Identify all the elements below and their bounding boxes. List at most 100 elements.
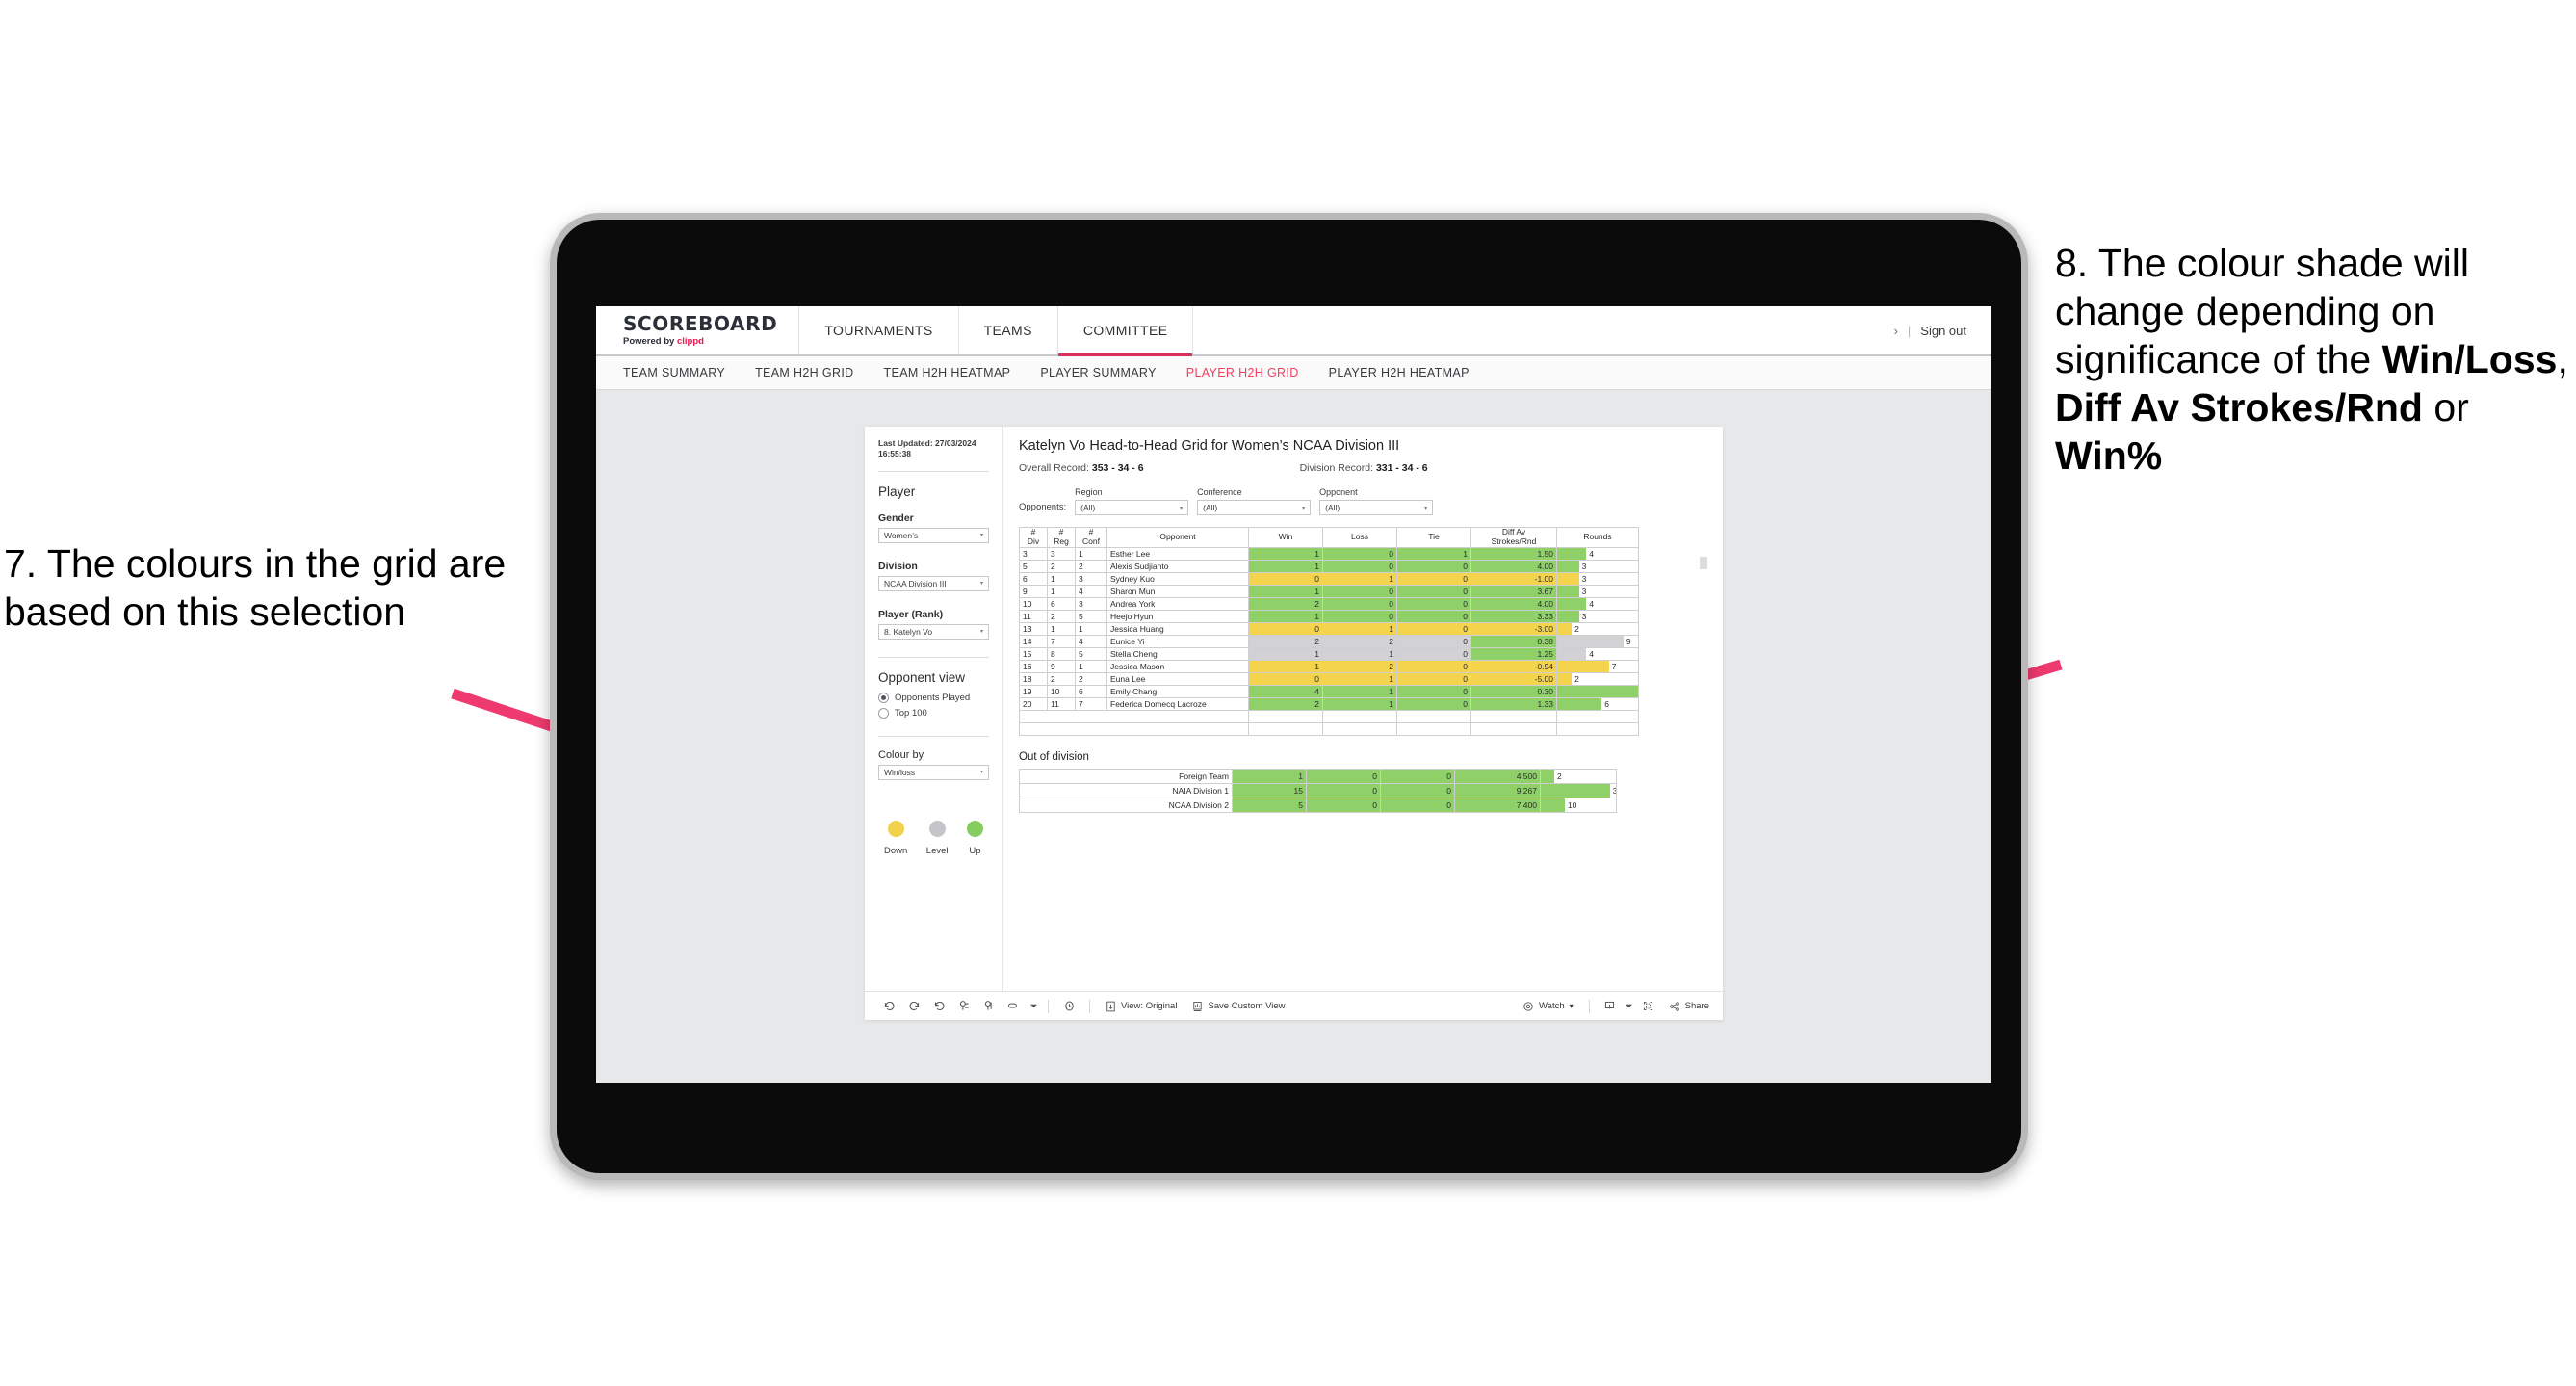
table-cell-loss: 2 — [1322, 634, 1397, 648]
table-cell-win: 1 — [1248, 546, 1323, 561]
subnav-player-h2h-grid[interactable]: PLAYER H2H GRID — [1186, 366, 1299, 379]
table-cell-reg: 8 — [1047, 646, 1076, 661]
table-cell-reg: 9 — [1047, 659, 1076, 673]
table-header-cell[interactable]: Diff Av Strokes/Rnd — [1470, 527, 1557, 548]
table-row[interactable]: 13 1 1 Jessica Huang 0 1 0 -3.00 2 — [1019, 621, 1639, 636]
table-cell-conf: 5 — [1075, 646, 1107, 661]
table-cell-loss: 1 — [1322, 621, 1397, 636]
h2h-grid-table: # Div # Reg # Conf Opponent Win Loss Tie Diff Av St… — [1019, 527, 1639, 736]
table-header-cell[interactable]: Opponent — [1106, 527, 1249, 548]
undo-icon[interactable] — [876, 994, 901, 1019]
table-header-cell[interactable]: Loss — [1322, 527, 1397, 548]
table-header-cell[interactable]: # Div — [1019, 527, 1048, 548]
table-cell-diff: 7.400 — [1454, 797, 1541, 813]
table-row[interactable]: 6 1 3 Sydney Kuo 0 1 0 -1.00 3 — [1019, 571, 1639, 586]
nav-item-committee[interactable]: COMMITTEE — [1057, 306, 1194, 356]
view-original-button[interactable]: View: Original — [1098, 1001, 1184, 1012]
radio-icon-selected — [878, 692, 889, 703]
table-row[interactable]: NCAA Division 2 5 0 0 7.400 10 — [1019, 797, 1617, 813]
subnav-player-h2h-heatmap[interactable]: PLAYER H2H HEATMAP — [1329, 366, 1470, 379]
table-row[interactable]: NAIA Division 115009.26730 — [1019, 782, 1617, 798]
table-cell-conf: 3 — [1075, 571, 1107, 586]
table-cell-conf: 1 — [1075, 621, 1107, 636]
table-cell-div: 14 — [1019, 634, 1048, 648]
pause-icon[interactable] — [976, 994, 1002, 1019]
table-cell-rounds: 6 — [1556, 696, 1639, 711]
colour-by-select[interactable]: Win/loss ▾ — [878, 764, 989, 780]
brand-logo[interactable]: SCOREBOARD Powered by clippd — [596, 306, 800, 354]
region-select[interactable]: (All) ▾ — [1075, 500, 1189, 515]
annotation-8-bold-diffav: Diff Av Strokes/Rnd — [2055, 385, 2423, 431]
table-header-cell[interactable]: # Reg — [1047, 527, 1076, 548]
table-cell-opponent: Sydney Kuo — [1106, 571, 1249, 586]
table-cell-reg: 6 — [1047, 596, 1076, 611]
table-cell-rounds: 3 — [1556, 609, 1639, 623]
table-cell-opponent: Jessica Huang — [1106, 621, 1249, 636]
table-cell-diff: -1.00 — [1470, 571, 1557, 586]
chevron-right-icon[interactable]: › — [1894, 324, 1898, 338]
chevron-down-icon: ▾ — [979, 629, 983, 636]
redo-icon[interactable] — [901, 994, 926, 1019]
rounds-value: 9 — [1626, 636, 1631, 646]
subnav-player-summary[interactable]: PLAYER SUMMARY — [1040, 366, 1156, 379]
gender-select[interactable]: Women’s ▾ — [878, 527, 989, 543]
save-custom-view-button[interactable]: Save Custom View — [1184, 1001, 1292, 1012]
player-rank-select[interactable]: 8. Katelyn Vo ▾ — [878, 623, 989, 640]
share-button[interactable]: Share — [1661, 1001, 1711, 1012]
table-row[interactable]: 3 3 1 Esther Lee 1 0 1 1.50 4 — [1019, 546, 1639, 561]
table-row[interactable]: 20 11 7 Federica Domecq Lacroze 2 1 0 1.33 6 — [1019, 696, 1639, 711]
table-header-cell[interactable]: Rounds — [1556, 527, 1639, 548]
table-cell-opponent: Federica Domecq Lacroze — [1106, 696, 1249, 711]
nav-item-tournaments[interactable]: TOURNAMENTS — [799, 306, 959, 354]
division-select[interactable]: NCAA Division III ▾ — [878, 575, 989, 591]
legend-dot-down — [887, 820, 904, 837]
opponent-select[interactable]: (All) ▾ — [1319, 500, 1434, 515]
table-cell-diff: 4.00 — [1470, 596, 1557, 611]
shape-icon[interactable] — [1002, 994, 1027, 1019]
player-filter-group: Player (Rank) 8. Katelyn Vo ▾ — [878, 609, 989, 640]
opponent-filter: Opponent (All) ▾ — [1319, 487, 1434, 515]
table-row[interactable]: 16 9 1 Jessica Mason 1 2 0 -0.94 7 — [1019, 659, 1639, 673]
table-header-cell[interactable]: Win — [1248, 527, 1323, 548]
nav-item-teams[interactable]: TEAMS — [959, 306, 1058, 354]
refresh-icon[interactable] — [951, 994, 976, 1019]
table-row[interactable]: 5 2 2 Alexis Sudjianto 1 0 0 4.00 3 — [1019, 559, 1639, 573]
table-row[interactable]: 14 7 4 Eunice Yi 2 2 0 0.38 9 — [1019, 634, 1639, 648]
radio-opponents-played[interactable]: Opponents Played — [878, 692, 989, 703]
sign-out-link[interactable]: Sign out — [1920, 324, 1966, 338]
divider — [878, 735, 989, 737]
rounds-bar — [1557, 573, 1579, 585]
radio-top-100[interactable]: Top 100 — [878, 707, 989, 719]
chevron-down-icon[interactable] — [1027, 994, 1040, 1019]
table-row[interactable]: 18 2 2 Euna Lee 0 1 0 -5.00 2 — [1019, 671, 1639, 686]
table-cell-div: 19 — [1019, 684, 1048, 698]
subnav-team-h2h-heatmap[interactable]: TEAM H2H HEATMAP — [884, 366, 1011, 379]
chevron-down-icon[interactable] — [1623, 994, 1636, 1019]
clock-icon[interactable] — [1056, 994, 1081, 1019]
rounds-value: 7 — [1611, 661, 1617, 671]
table-cell-empty — [1556, 721, 1639, 736]
conference-select[interactable]: (All) ▾ — [1197, 500, 1312, 515]
table-header-cell[interactable]: # Conf — [1075, 527, 1107, 548]
fullscreen-icon[interactable] — [1636, 994, 1661, 1019]
subnav-team-summary[interactable]: TEAM SUMMARY — [623, 366, 725, 379]
table-cell-empty — [1019, 721, 1249, 736]
table-row[interactable]: 11 2 5 Heejo Hyun 1 0 0 3.33 3 — [1019, 609, 1639, 623]
table-row[interactable]: 10 6 3 Andrea York 2 0 0 4.00 4 — [1019, 596, 1639, 611]
scrollbar-thumb[interactable] — [1700, 557, 1707, 569]
table-cell-tie: 1 — [1396, 546, 1471, 561]
table-header-cell[interactable]: Tie — [1396, 527, 1471, 548]
table-row[interactable]: 15 8 5 Stella Cheng 1 1 0 1.25 4 — [1019, 646, 1639, 661]
chevron-down-icon: ▾ — [1569, 1002, 1574, 1010]
table-row[interactable]: Foreign Team 1 0 0 4.500 2 — [1019, 768, 1617, 784]
divider — [1048, 999, 1049, 1013]
save-icon — [1193, 1001, 1203, 1011]
table-cell-win: 1 — [1248, 646, 1323, 661]
table-row[interactable]: 9 1 4 Sharon Mun 1 0 0 3.67 3 — [1019, 584, 1639, 598]
subnav-team-h2h-grid[interactable]: TEAM H2H GRID — [755, 366, 853, 379]
revert-icon[interactable] — [926, 994, 951, 1019]
download-icon[interactable] — [1598, 994, 1623, 1019]
table-row[interactable]: 19106Emily Chang4100.3011 — [1019, 684, 1639, 698]
watch-button[interactable]: Watch ▾ — [1515, 1001, 1581, 1012]
out-of-division-title: Out of division — [1019, 750, 1089, 763]
